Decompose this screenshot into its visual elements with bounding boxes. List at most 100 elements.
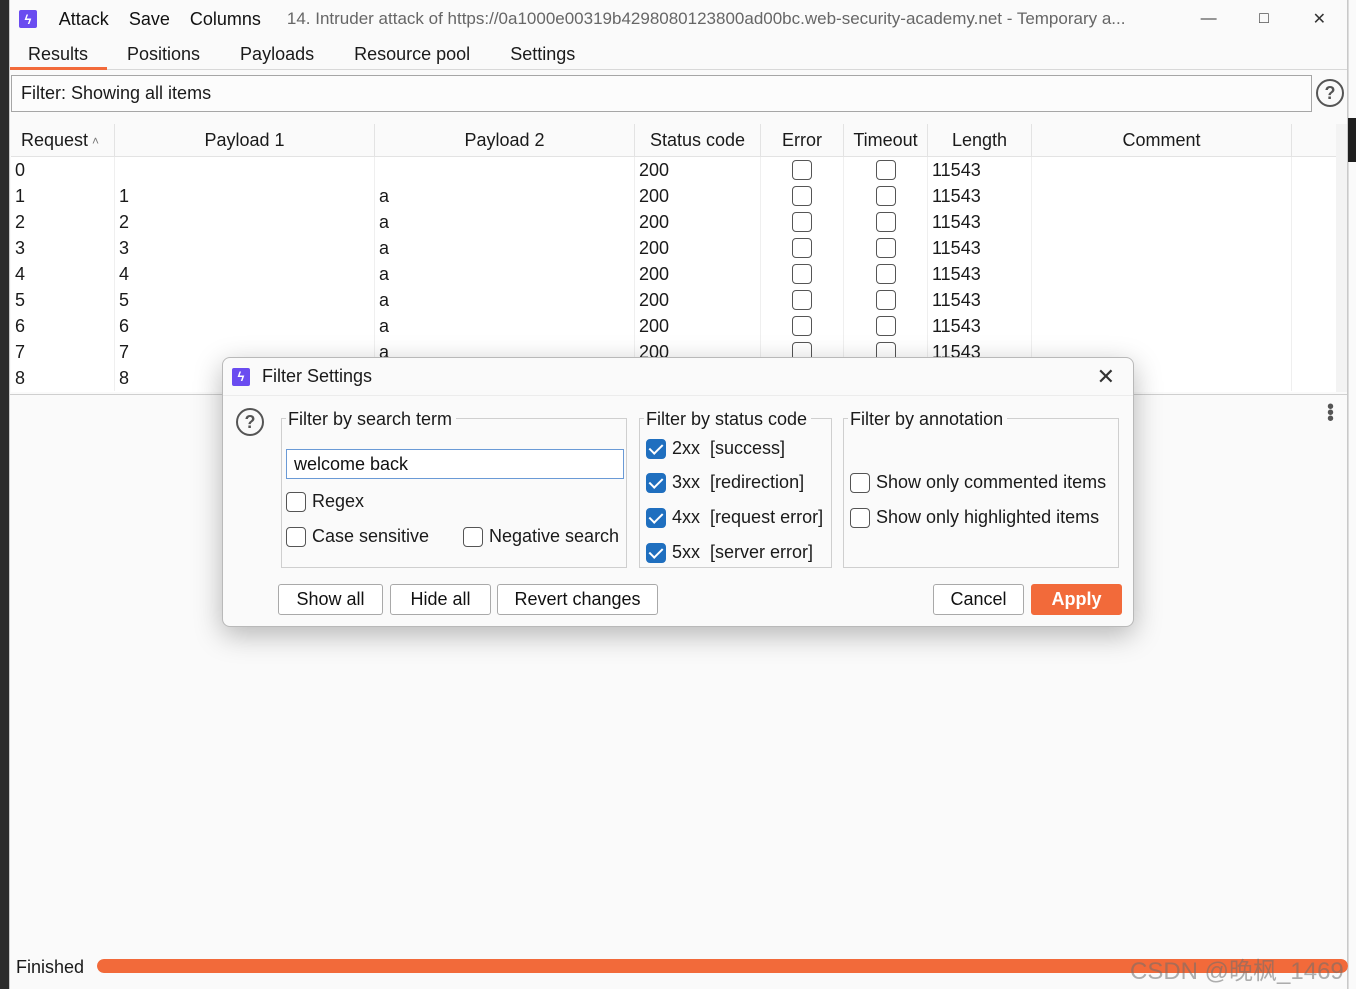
- column-header-status[interactable]: Status code: [635, 124, 761, 157]
- table-row[interactable]: 6 6 a 200 11543: [11, 313, 1336, 339]
- error-checkbox: [792, 186, 812, 206]
- cancel-button[interactable]: Cancel: [933, 584, 1024, 615]
- tab-payloads[interactable]: Payloads: [220, 38, 334, 69]
- table-row[interactable]: 4 4 a 200 11543: [11, 261, 1336, 287]
- case-sensitive-option[interactable]: Case sensitive: [286, 526, 429, 547]
- column-header-error[interactable]: Error: [761, 124, 844, 157]
- filter-settings-dialog: ϟ Filter Settings ✕ ? Filter by search t…: [222, 357, 1134, 627]
- status-5xx-option[interactable]: 5xx [server error]: [646, 542, 813, 563]
- status-3xx-option[interactable]: 3xx [redirection]: [646, 472, 804, 493]
- highlighted-only-label: Show only highlighted items: [876, 507, 1100, 527]
- status-code-cell: 200: [635, 183, 761, 209]
- table-row[interactable]: 0 200 11543: [11, 157, 1336, 183]
- table-row[interactable]: 3 3 a 200 11543: [11, 235, 1336, 261]
- payload2-cell: a: [375, 183, 635, 209]
- error-checkbox: [792, 264, 812, 284]
- highlighted-only-option[interactable]: Show only highlighted items: [850, 507, 1099, 528]
- column-header-timeout[interactable]: Timeout: [844, 124, 928, 157]
- payload2-cell: a: [375, 235, 635, 261]
- error-cell: [761, 261, 844, 287]
- more-options-icon[interactable]: • • •: [1327, 397, 1334, 429]
- payload1-cell: 6: [115, 313, 375, 339]
- status-code-cell: 200: [635, 287, 761, 313]
- help-icon[interactable]: ?: [236, 408, 264, 436]
- column-header-payload2[interactable]: Payload 2: [375, 124, 635, 157]
- payload2-cell: a: [375, 287, 635, 313]
- table-row[interactable]: 1 1 a 200 11543: [11, 183, 1336, 209]
- table-row[interactable]: 2 2 a 200 11543: [11, 209, 1336, 235]
- timeout-cell: [844, 209, 928, 235]
- status-2xx-option[interactable]: 2xx [success]: [646, 438, 785, 459]
- error-cell: [761, 209, 844, 235]
- tab-settings[interactable]: Settings: [490, 38, 595, 69]
- negative-search-checkbox[interactable]: [463, 526, 483, 547]
- apply-button[interactable]: Apply: [1031, 584, 1122, 615]
- menu-save[interactable]: Save: [129, 9, 170, 30]
- title-bar: ϟ Attack Save Columns 14. Intruder attac…: [10, 0, 1347, 38]
- column-header-payload1[interactable]: Payload 1: [115, 124, 375, 157]
- case-sensitive-checkbox[interactable]: [286, 526, 306, 547]
- minimize-icon[interactable]: —: [1181, 0, 1236, 38]
- status-code-cell: 200: [635, 235, 761, 261]
- table-row[interactable]: 5 5 a 200 11543: [11, 287, 1336, 313]
- status-2xx-checkbox[interactable]: [646, 438, 666, 459]
- column-header-length[interactable]: Length: [928, 124, 1032, 157]
- error-cell: [761, 287, 844, 313]
- comment-cell: [1032, 313, 1292, 339]
- menu-columns[interactable]: Columns: [190, 9, 261, 30]
- show-all-button[interactable]: Show all: [278, 584, 383, 615]
- payload1-cell: 3: [115, 235, 375, 261]
- payload2-cell: a: [375, 261, 635, 287]
- regex-checkbox[interactable]: [286, 491, 306, 512]
- maximize-icon[interactable]: □: [1236, 0, 1291, 38]
- timeout-cell: [844, 235, 928, 261]
- status-5xx-checkbox[interactable]: [646, 542, 666, 563]
- error-cell: [761, 157, 844, 183]
- error-checkbox: [792, 316, 812, 336]
- commented-only-checkbox[interactable]: [850, 472, 870, 493]
- close-icon[interactable]: ✕: [1292, 0, 1347, 38]
- hide-all-button[interactable]: Hide all: [390, 584, 491, 615]
- highlighted-only-checkbox[interactable]: [850, 507, 870, 528]
- request-cell: 1: [11, 183, 115, 209]
- tab-results[interactable]: Results: [10, 38, 107, 70]
- column-header-request[interactable]: Request ˄: [11, 124, 115, 157]
- status-4xx-checkbox[interactable]: [646, 507, 666, 528]
- help-icon[interactable]: ?: [1316, 79, 1344, 107]
- case-sensitive-label: Case sensitive: [312, 526, 430, 546]
- tab-positions[interactable]: Positions: [107, 38, 220, 69]
- length-cell: 11543: [928, 235, 1032, 261]
- timeout-checkbox: [875, 316, 896, 336]
- tab-resource-pool[interactable]: Resource pool: [334, 38, 490, 69]
- menu-attack[interactable]: Attack: [59, 9, 109, 30]
- status-4xx-option[interactable]: 4xx [request error]: [646, 507, 823, 528]
- timeout-checkbox: [875, 160, 896, 180]
- payload1-cell: 1: [115, 183, 375, 209]
- request-cell: 7: [11, 339, 115, 365]
- regex-option[interactable]: Regex: [286, 491, 364, 512]
- window-title: 14. Intruder attack of https://0a1000e00…: [286, 9, 1126, 28]
- results-filter-bar[interactable]: Filter: Showing all items: [11, 75, 1312, 112]
- column-header-comment[interactable]: Comment: [1032, 124, 1292, 157]
- search-term-group: Filter by search term Regex Case sensiti…: [281, 409, 627, 568]
- burp-logo-icon: ϟ: [19, 10, 37, 28]
- payload2-cell: a: [375, 313, 635, 339]
- timeout-checkbox: [875, 186, 896, 206]
- status-3xx-checkbox[interactable]: [646, 472, 666, 493]
- watermark: CSDN @晚枫_1469: [1130, 958, 1344, 985]
- search-term-input[interactable]: [286, 449, 624, 479]
- regex-label: Regex: [312, 491, 365, 511]
- commented-only-option[interactable]: Show only commented items: [850, 472, 1106, 493]
- negative-search-option[interactable]: Negative search: [463, 526, 619, 547]
- payload1-cell: 4: [115, 261, 375, 287]
- commented-only-label: Show only commented items: [876, 472, 1107, 492]
- status-code-cell: 200: [635, 157, 761, 183]
- comment-cell: [1032, 235, 1292, 261]
- table-scrollbar[interactable]: [1336, 124, 1347, 392]
- length-cell: 11543: [928, 287, 1032, 313]
- revert-changes-button[interactable]: Revert changes: [497, 584, 658, 615]
- dialog-title-bar: ϟ Filter Settings: [223, 358, 1133, 396]
- comment-cell: [1032, 157, 1292, 183]
- close-icon[interactable]: ✕: [1097, 364, 1115, 390]
- background-window-strip: [0, 0, 9, 989]
